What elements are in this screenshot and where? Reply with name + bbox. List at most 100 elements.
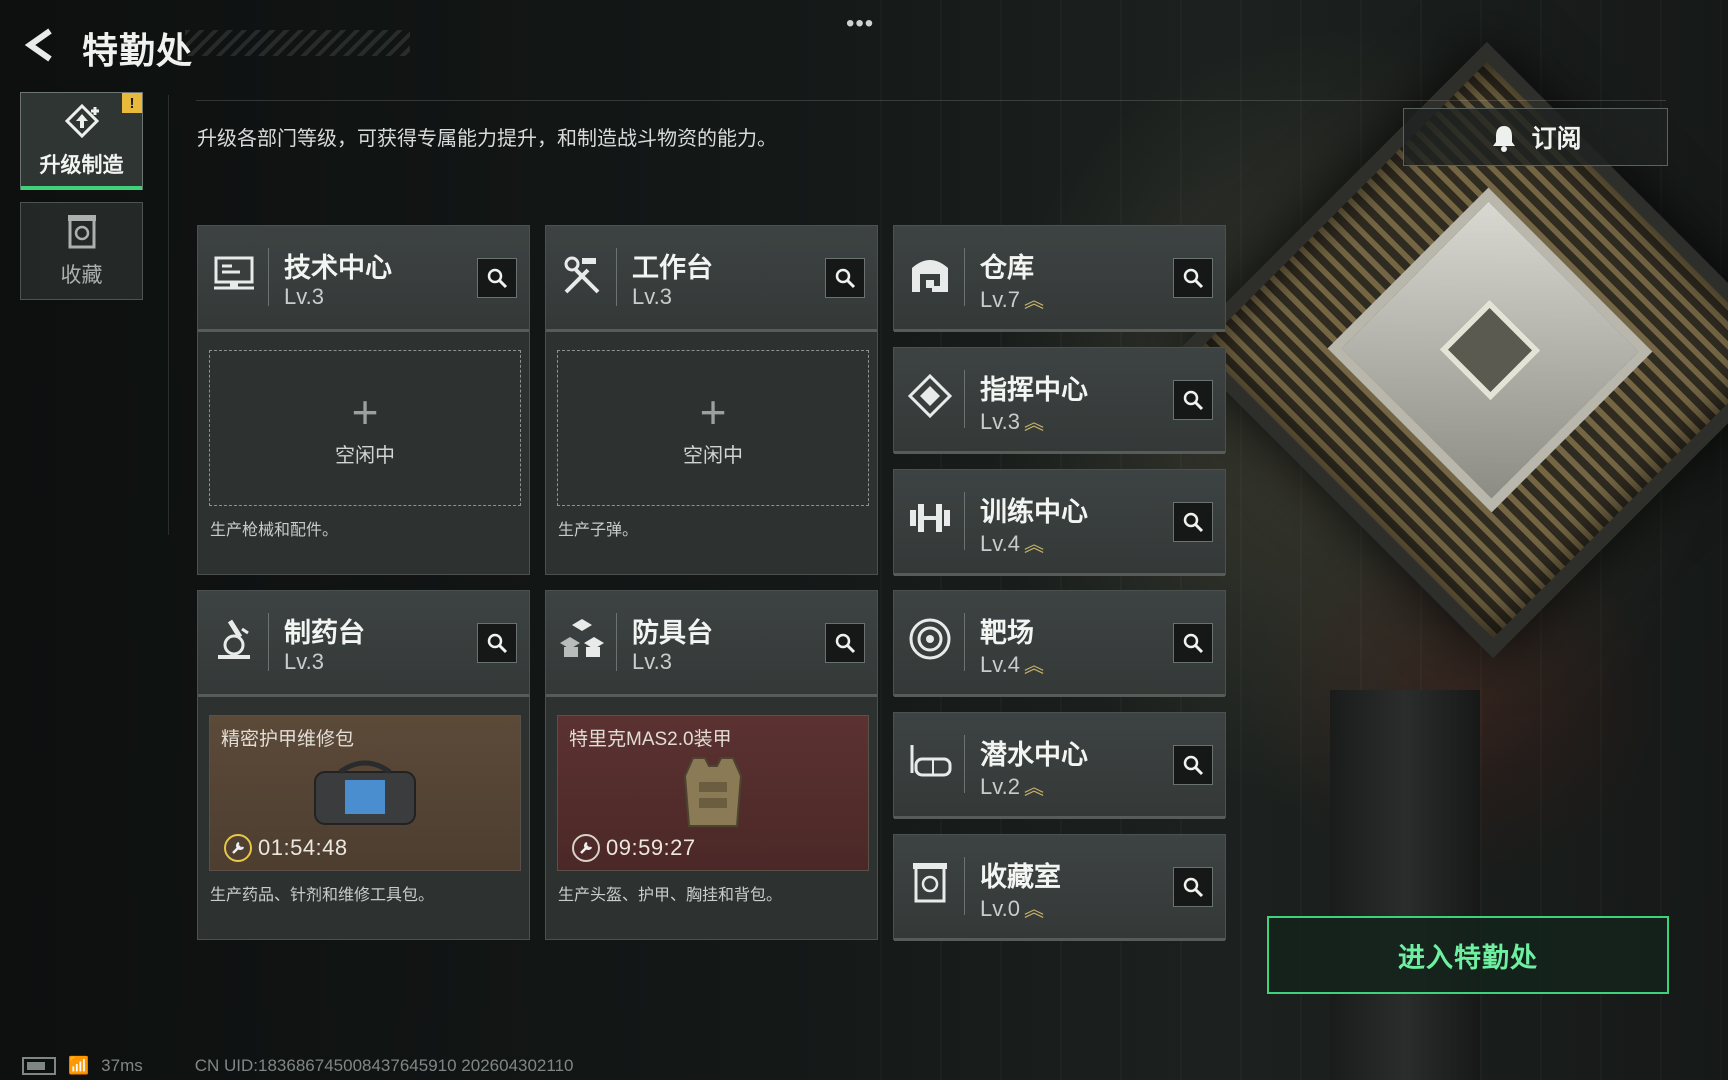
search-button[interactable] [1173,745,1213,785]
title-decoration [185,30,410,56]
bell-icon [1493,126,1516,152]
facility-description: 生产枪械和配件。 [210,522,339,539]
facility-card-training-center[interactable]: 训练中心 Lv.4 ︽ [893,469,1226,576]
search-icon [1183,633,1204,654]
more-options-icon[interactable]: ••• [846,10,874,38]
search-icon [1183,512,1204,533]
facility-name: 潜水中心 [980,740,1088,770]
sidebar-item-collection[interactable]: 收藏 [20,202,143,300]
facility-level: Lv.3 [632,649,672,674]
facility-level: Lv.7 [980,287,1020,312]
page-title: 特勤处 [82,30,194,71]
upgrade-arrow-icon: ︽ [1023,412,1044,434]
upgrade-icon [64,103,99,139]
add-icon: + [351,385,379,438]
facility-card-tech-center[interactable]: 技术中心 Lv.3 + 空闲中 生产枪械和配件。 [197,225,530,575]
add-icon: + [699,385,727,438]
search-button[interactable] [825,258,865,298]
enter-button-label: 进入特勤处 [1398,942,1538,973]
search-button[interactable] [1173,502,1213,542]
facility-level: Lv.2 [980,774,1020,799]
facility-name: 收藏室 [980,862,1061,892]
subscribe-label: 订阅 [1531,125,1582,153]
armor-vest-image [683,757,743,827]
upgrade-arrow-icon: ︽ [1023,290,1044,312]
facility-level: Lv.4 [980,652,1020,677]
pillar-artwork [1330,690,1480,1080]
collection-room-icon [913,863,947,903]
slot-status: 空闲中 [683,444,743,467]
facility-name: 防具台 [632,618,713,648]
computer-icon [214,256,254,290]
diving-mask-icon [910,745,952,777]
uid-text: CN UID:18368674500843764591​0 2026043021… [194,1056,574,1075]
enter-special-ops-button[interactable]: 进入特勤处 [1267,916,1669,994]
collection-icon [67,215,96,249]
search-button[interactable] [477,623,517,663]
sidebar-item-upgrade[interactable]: ! 升级制造 [20,92,143,190]
search-icon [1183,390,1204,411]
divider [168,95,169,535]
warehouse-icon [912,260,948,292]
repair-kit-image [314,760,416,825]
sidebar-item-label: 升级制造 [39,154,124,177]
facility-card-shooting-range[interactable]: 靶场 Lv.4 ︽ [893,590,1226,697]
page-description: 升级各部门等级，可获得专属能力提升，和制造战斗物资的能力。 [197,128,777,150]
production-item-name: 精密护甲维修包 [221,729,355,750]
facility-description: 生产药品、针剂和维修工具包。 [210,887,435,904]
wrench-timer-icon [572,834,600,862]
back-arrow-icon[interactable] [20,25,60,65]
upgrade-arrow-icon: ︽ [1023,655,1044,677]
production-timer: 09:59:27 [606,835,696,860]
production-slot-active[interactable]: 精密护甲维修包 01:54:48 [209,715,521,871]
facility-description: 生产子弹。 [558,522,639,539]
search-icon [835,268,856,289]
facility-name: 靶场 [980,618,1034,648]
search-icon [835,633,856,654]
production-timer: 01:54:48 [258,835,348,860]
production-slot-active[interactable]: 特里克MAS2.0装甲 09:59:27 [557,715,869,871]
facility-level: Lv.3 [284,284,324,309]
search-button[interactable] [1173,867,1213,907]
facility-card-collection-room[interactable]: 收藏室 Lv.0 ︽ [893,834,1226,941]
search-button[interactable] [1173,258,1213,298]
status-bar: 📶 37ms CN UID:18368674500843764591​0 202… [0,1052,1728,1080]
facility-card-pharmacy[interactable]: 制药台 Lv.3 精密护甲维修包 01:54:48 生产药品、针剂和维修工具包。 [197,590,530,940]
wifi-icon: 📶 [68,1056,90,1075]
facility-card-workbench[interactable]: 工作台 Lv.3 + 空闲中 生产子弹。 [545,225,878,575]
search-button[interactable] [1173,623,1213,663]
facility-name: 仓库 [980,253,1034,283]
production-item-name: 特里克MAS2.0装甲 [569,729,732,750]
search-button[interactable] [1173,380,1213,420]
facility-card-command-center[interactable]: 指挥中心 Lv.3 ︽ [893,347,1226,454]
top-bar: 特勤处 ••• [0,0,1728,90]
search-icon [1183,268,1204,289]
wrench-timer-icon [224,834,252,862]
ping-text: 37ms [101,1056,143,1075]
facility-level: Lv.3 [632,284,672,309]
facility-card-warehouse[interactable]: 仓库 Lv.7 ︽ [893,225,1226,332]
blocks-icon [560,619,604,657]
search-icon [1183,877,1204,898]
warning-badge: ! [122,93,142,113]
search-button[interactable] [477,258,517,298]
facility-level: Lv.3 [284,649,324,674]
battery-icon [22,1057,56,1075]
production-slot-idle[interactable]: + 空闲中 [557,350,869,506]
search-button[interactable] [825,623,865,663]
dumbbell-icon [910,504,950,532]
facility-description: 生产头盔、护甲、胸挂和背包。 [558,887,783,904]
search-icon [487,268,508,289]
production-slot-idle[interactable]: + 空闲中 [209,350,521,506]
subscribe-button[interactable]: 订阅 [1403,108,1668,166]
upgrade-arrow-icon: ︽ [1023,777,1044,799]
search-icon [487,633,508,654]
microscope-icon [218,619,250,659]
facility-level: Lv.3 [980,409,1020,434]
facility-card-armor-bench[interactable]: 防具台 Lv.3 特里克MAS2.0装甲 09:59:27 生产头盔、护甲、胸挂… [545,590,878,940]
facility-card-diving-center[interactable]: 潜水中心 Lv.2 ︽ [893,712,1226,819]
upgrade-arrow-icon: ︽ [1023,899,1044,921]
sidebar-item-label: 收藏 [60,264,103,287]
facility-name: 技术中心 [284,253,392,283]
facility-name: 训练中心 [980,497,1088,527]
